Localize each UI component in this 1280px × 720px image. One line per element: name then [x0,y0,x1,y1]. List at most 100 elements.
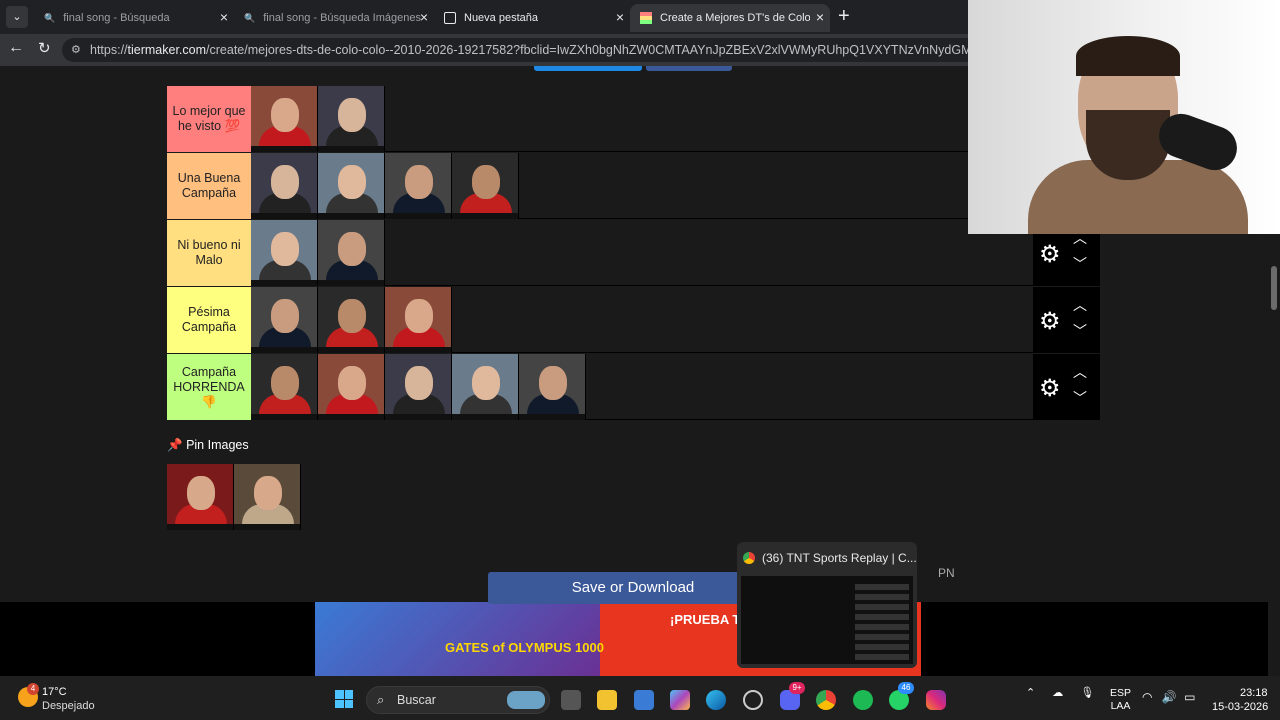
tray-overflow-chevron-icon[interactable]: ⌃ [1026,687,1035,699]
instagram-icon[interactable] [926,690,946,710]
onedrive-icon[interactable]: ☁ [1052,687,1063,699]
coach-image[interactable] [318,354,385,420]
microsoft-store-icon[interactable] [634,690,654,710]
new-tab-button[interactable]: + [838,5,850,28]
tab-search-2[interactable]: 🔍 final song - Búsqueda Imágenes × [234,4,434,32]
coach-caption [251,213,317,219]
coach-image[interactable] [251,354,318,420]
coach-caption [385,414,451,420]
chevron-up-icon[interactable]: ︿ [1073,362,1087,382]
tier-label[interactable]: Lo mejor que he visto 💯 [167,86,251,152]
pinned-coach-image[interactable] [234,464,301,530]
coach-face [338,299,366,333]
tier-row: Pésima Campaña ⚙ ︿ ﹀ [167,287,1100,353]
gear-icon[interactable]: ⚙ [1039,240,1061,269]
tab-search-1[interactable]: 🔍 final song - Búsqueda × [34,4,234,32]
tab-new[interactable]: Nueva pestaña × [434,4,630,32]
coach-caption [318,280,384,286]
file-explorer-icon[interactable] [597,690,617,710]
clock-date[interactable]: 15-03-2026 [1212,701,1268,713]
coach-image[interactable] [452,153,519,219]
coach-face [338,366,366,400]
coach-face [539,366,567,400]
chrome-icon[interactable] [816,690,836,710]
tier-label[interactable]: Ni bueno ni Malo [167,220,251,286]
url-path: /create/mejores-dts-de-colo-colo--2010-2… [206,43,1048,57]
chevron-up-icon[interactable]: ︿ [1073,295,1087,315]
system-icons[interactable]: ◠ 🔊 ▭ [1142,690,1195,704]
chevron-down-icon[interactable]: ﹀ [1073,321,1087,341]
coach-image[interactable] [318,153,385,219]
chevron-down-icon[interactable]: ﹀ [1073,254,1087,274]
system-tray[interactable]: ⌃ ☁ 🎙 [1026,686,1094,699]
tier-items [251,220,385,286]
coach-caption [452,414,518,420]
url-prefix: https:// [90,43,128,57]
reload-icon[interactable]: ↻ [38,39,51,57]
coach-face [187,476,215,510]
coach-face [271,165,299,199]
edge-icon[interactable] [706,690,726,710]
coach-face [405,299,433,333]
coach-image[interactable] [251,287,318,353]
save-or-download-button[interactable]: Save or Download [488,572,778,604]
top-button-remnant-2[interactable] [646,66,732,71]
back-arrow-icon[interactable]: ← [8,39,24,57]
microphone-icon[interactable]: 🎙 [1080,687,1094,699]
new-tab-page-icon [444,12,456,24]
close-icon[interactable]: × [816,9,824,25]
weather-description[interactable]: Despejado [42,700,95,712]
taskbar-window-preview[interactable]: (36) TNT Sports Replay | C... [737,542,917,668]
gear-icon[interactable]: ⚙ [1039,374,1061,403]
ad-artwork [315,602,600,676]
coach-image[interactable] [385,287,452,353]
coach-image[interactable] [318,86,385,152]
close-icon[interactable]: × [220,9,228,25]
windows-start-icon[interactable] [335,690,353,708]
tier-label[interactable]: Una Buena Campaña [167,153,251,219]
taskbar-search[interactable]: ⌕ Buscar [366,686,550,714]
coach-image[interactable] [385,354,452,420]
tier-label[interactable]: Campaña HORRENDA 👎 [167,354,251,420]
coach-caption [251,146,317,152]
coach-image[interactable] [318,287,385,353]
streamer-hair [1076,36,1180,76]
tier-items [251,354,586,420]
site-info-icon[interactable]: ⚙ [71,38,81,62]
tier-items [251,86,385,152]
coach-face [271,232,299,266]
coach-caption [251,347,317,353]
gear-icon[interactable]: ⚙ [1039,307,1061,336]
tier-label[interactable]: Pésima Campaña [167,287,251,353]
weather-temperature[interactable]: 17°C [42,686,67,698]
coach-image[interactable] [452,354,519,420]
clock-app-icon[interactable] [743,690,763,710]
coach-image[interactable] [251,153,318,219]
language-indicator[interactable]: ESP LAA [1110,687,1131,713]
chrome-icon [743,552,755,564]
tab-list-chevron-icon[interactable]: ⌄ [6,6,28,28]
search-highlight-icon [507,691,545,709]
tab-tiermaker[interactable]: Create a Mejores DT's de Colo-Colo × [630,4,830,32]
tab-label: final song - Búsqueda [63,12,170,24]
clock-time[interactable]: 23:18 [1240,687,1268,699]
coach-image[interactable] [318,220,385,286]
tier-items [251,153,519,219]
top-button-remnant-1[interactable] [534,66,642,71]
copilot-icon[interactable] [670,690,690,710]
coach-image[interactable] [251,220,318,286]
coach-image[interactable] [385,153,452,219]
scrollbar-thumb[interactable] [1271,266,1277,310]
coach-image[interactable] [519,354,586,420]
layout-code: LAA [1110,700,1131,712]
spotify-icon[interactable] [853,690,873,710]
preview-thumbnail[interactable] [741,576,913,664]
close-icon[interactable]: × [616,9,624,25]
coach-image[interactable] [251,86,318,152]
pinned-coach-image[interactable] [167,464,234,530]
chevron-down-icon[interactable]: ﹀ [1073,388,1087,408]
task-view-icon[interactable] [561,690,581,710]
coach-face [405,366,433,400]
tier-items [251,287,452,353]
close-icon[interactable]: × [420,9,428,25]
